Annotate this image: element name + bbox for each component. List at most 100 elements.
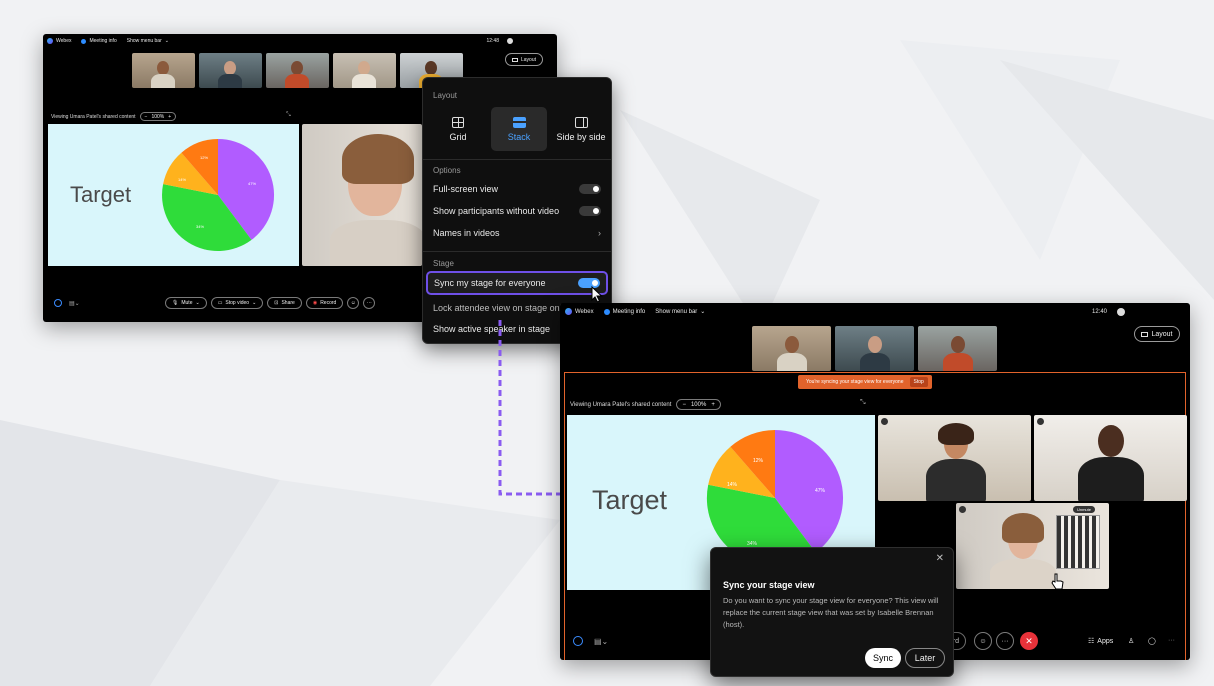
chevron-down-icon[interactable]: ⌄ (252, 300, 256, 306)
participant-thumbnail[interactable] (132, 53, 195, 88)
menu-divider (423, 251, 611, 252)
meeting-info-button[interactable]: Meeting info (81, 38, 117, 44)
meeting-info-button[interactable]: Meeting info (603, 308, 645, 315)
zoom-control[interactable]: −100% + (676, 399, 721, 410)
layout-option-side-by-side[interactable]: Side by side (551, 107, 611, 151)
chevron-down-icon: ⌄ (164, 38, 169, 44)
participant-thumbnail[interactable] (835, 326, 914, 371)
participant-video[interactable] (1034, 415, 1187, 501)
activity-icon[interactable] (573, 636, 583, 646)
pop-out-icon[interactable]: ⤡ (286, 112, 291, 119)
more-options-button[interactable]: ··· (363, 297, 376, 309)
chat-icon[interactable]: ◯ (1148, 637, 1156, 645)
pop-out-icon[interactable]: ⤡ (860, 399, 866, 407)
layout-option-grid[interactable]: Grid (430, 107, 486, 151)
settings-icon[interactable] (1117, 307, 1125, 316)
shared-slide: Target 12% 14% 47% 34% (48, 124, 299, 266)
clock: 12:48 (486, 38, 499, 44)
microphone-icon: 🎙︎ (172, 300, 179, 306)
show-participants-without-video-option[interactable]: Show participants without video (433, 206, 601, 216)
mouse-pointer-icon (591, 286, 603, 303)
layout-button[interactable]: Layout (1134, 326, 1180, 342)
webex-app-menu[interactable]: Webex (47, 38, 71, 44)
layout-option-stack[interactable]: Stack (491, 107, 547, 151)
stack-icon (512, 116, 526, 128)
close-icon[interactable]: ✕ (936, 553, 944, 564)
layout-section-heading: Layout (433, 91, 458, 100)
more-icon[interactable] (959, 506, 966, 513)
emoji-icon: ☺ (350, 300, 356, 306)
layout-icon (511, 57, 518, 62)
share-icon: ⊡ (274, 300, 279, 306)
more-icon[interactable] (881, 418, 888, 425)
reactions-button[interactable]: ☺ (347, 297, 360, 309)
show-menu-bar-button[interactable]: Show menu bar ⌄ (127, 38, 169, 44)
more-icon[interactable] (1037, 418, 1044, 425)
info-icon (603, 308, 610, 315)
stop-video-button[interactable]: ▭ Stop video ⌄ (210, 297, 264, 309)
webex-logo-icon (565, 308, 572, 315)
sync-stage-option[interactable]: Sync my stage for everyone (426, 271, 608, 295)
zoom-out-icon[interactable]: − (682, 402, 686, 408)
participants-icon[interactable]: ♙ (1128, 637, 1134, 645)
share-button[interactable]: ⊡ Share (267, 297, 302, 309)
chat-view-icon[interactable]: ▤⌄ (69, 300, 80, 307)
webex-app-menu[interactable]: Webex (565, 308, 594, 315)
participants-without-video-toggle[interactable] (579, 206, 601, 216)
sync-banner: You're syncing your stage view for every… (798, 375, 932, 389)
zoom-in-icon[interactable]: + (168, 114, 171, 120)
zoom-control[interactable]: −100% + (139, 112, 177, 121)
sync-button[interactable]: Sync (865, 648, 901, 668)
webex-logo-icon (47, 38, 53, 44)
more-options-button[interactable]: ··· (996, 632, 1014, 650)
dialog-body: Do you want to sync your stage view for … (723, 596, 939, 629)
participant-thumbnail[interactable] (199, 53, 262, 88)
pie-label: 14% (727, 482, 738, 488)
options-section-heading: Options (433, 166, 461, 175)
pie-chart: 12% 14% 47% 34% (162, 138, 275, 252)
participant-thumbnail[interactable] (266, 53, 329, 88)
more-panels-icon[interactable]: ··· (1168, 637, 1175, 644)
menu-divider (423, 159, 611, 160)
later-button[interactable]: Later (905, 648, 945, 668)
clock: 12:40 (1091, 308, 1107, 315)
participant-filmstrip (752, 326, 997, 371)
speaker-video[interactable] (302, 124, 422, 266)
camera-icon: ▭ (217, 300, 223, 306)
participant-thumbnail[interactable] (333, 53, 396, 88)
participant-thumbnail[interactable] (752, 326, 831, 371)
full-screen-view-option[interactable]: Full-screen view (433, 184, 601, 194)
share-info-row: Viewing Umara Patel's shared content −10… (570, 399, 721, 410)
reactions-button[interactable]: ☺ (974, 632, 992, 650)
pie-label: 14% (178, 177, 186, 182)
pie-label: 12% (200, 155, 208, 160)
show-menu-bar-button[interactable]: Show menu bar ⌄ (655, 308, 705, 316)
record-button[interactable]: ◉ Record (305, 297, 344, 309)
chat-view-icon[interactable]: ▤⌄ (594, 637, 608, 646)
record-icon: ◉ (312, 300, 318, 306)
layout-button[interactable]: Layout (505, 53, 543, 66)
zoom-out-icon[interactable]: − (145, 114, 148, 120)
more-icon: ··· (1001, 637, 1009, 645)
unmute-badge[interactable]: Unmute (1072, 506, 1095, 513)
full-screen-toggle[interactable] (579, 184, 601, 194)
participant-thumbnail[interactable] (918, 326, 997, 371)
settings-icon[interactable] (507, 38, 513, 44)
mute-button[interactable]: 🎙︎ Mute ⌄ (165, 297, 207, 309)
wall-calendar (1056, 515, 1100, 569)
info-icon (81, 38, 87, 44)
chevron-down-icon[interactable]: ⌄ (195, 300, 199, 306)
activity-icon[interactable] (54, 299, 62, 307)
stop-sync-button[interactable]: Stop (909, 377, 928, 387)
participant-video[interactable]: Unmute (956, 503, 1109, 589)
participant-video[interactable] (878, 415, 1031, 501)
pie-label: 47% (815, 488, 826, 494)
pie-label: 47% (248, 181, 256, 186)
side-by-side-icon (574, 116, 588, 128)
slide-title: Target (592, 485, 668, 515)
apps-button[interactable]: ☷ Apps (1088, 637, 1113, 646)
end-call-button[interactable]: ✕ (1020, 632, 1038, 650)
zoom-in-icon[interactable]: + (711, 402, 715, 408)
names-in-videos-option[interactable]: Names in videos › (433, 228, 601, 238)
hand-cursor-icon (1051, 573, 1064, 590)
